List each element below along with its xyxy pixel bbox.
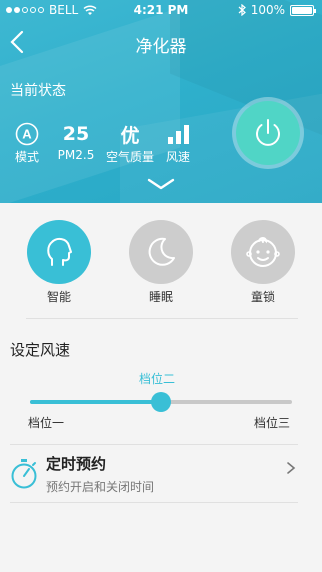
- chevron-right-icon: [287, 462, 296, 474]
- stat-label: 空气质量: [105, 150, 154, 164]
- stat-label: PM2.5: [57, 148, 95, 162]
- status-header: BELL 4:21 PM 100% 净化器 当前状态 A 模式 25 PM2.5…: [0, 0, 322, 203]
- status-right: 100%: [238, 3, 316, 17]
- power-button[interactable]: [236, 101, 300, 165]
- status-stats: A 模式 25 PM2.5 优 空气质量 风速: [10, 122, 200, 166]
- mode-label: 智能: [46, 290, 71, 304]
- mode-value: A: [22, 127, 32, 142]
- divider: [10, 444, 298, 445]
- mode-circle: [129, 220, 193, 284]
- stat-mode: A 模式: [10, 122, 44, 165]
- stat-pm25: 25 PM2.5: [54, 122, 98, 162]
- nav-bar: 净化器: [0, 20, 322, 64]
- wind-speed-title: 设定风速: [10, 341, 71, 359]
- stat-value: 25: [62, 123, 90, 145]
- page-title: 净化器: [135, 37, 187, 57]
- chevron-down-icon: [147, 178, 175, 190]
- mode-child-lock[interactable]: 童锁: [230, 220, 296, 305]
- slider-max-label: 档位三: [254, 416, 291, 430]
- timer-row[interactable]: 定时预约 预约开启和关闭时间: [0, 450, 322, 502]
- status-bar: BELL 4:21 PM 100%: [0, 0, 322, 20]
- baby-face-icon: [246, 237, 280, 267]
- wind-bar: [184, 125, 189, 144]
- mode-circle: [231, 220, 295, 284]
- battery-icon: [290, 4, 316, 16]
- slider-fill: [30, 400, 161, 404]
- bluetooth-icon: [238, 4, 246, 16]
- timer-subtitle: 预约开启和关闭时间: [46, 480, 155, 494]
- mode-circle: [27, 220, 91, 284]
- mode-label: 睡眠: [148, 290, 173, 304]
- stopwatch-icon: [11, 459, 37, 489]
- current-status-label: 当前状态: [10, 83, 66, 99]
- slider-current-value: 档位二: [138, 372, 175, 386]
- wind-bar: [168, 137, 173, 144]
- slider-track[interactable]: [30, 392, 292, 412]
- stat-label: 风速: [165, 150, 190, 164]
- battery-percent: 100%: [250, 3, 285, 17]
- moon-icon: [148, 237, 175, 266]
- wind-bar: [176, 131, 181, 144]
- stat-label: 模式: [14, 150, 39, 164]
- divider: [10, 502, 298, 503]
- wind-bars-icon: [168, 125, 189, 144]
- head-profile-icon: [47, 237, 72, 266]
- mode-sleep[interactable]: 睡眠: [128, 220, 194, 305]
- stat-value: 优: [120, 124, 140, 147]
- mode-selector: 智能 睡眠 童锁: [0, 220, 322, 304]
- slider-min-label: 档位一: [28, 416, 65, 430]
- power-icon: [256, 119, 280, 146]
- stat-air-quality: 优 空气质量: [104, 122, 156, 165]
- stat-wind-speed: 风速: [164, 122, 192, 165]
- slider-thumb[interactable]: [151, 392, 171, 412]
- expand-button[interactable]: [146, 176, 176, 192]
- timer-title: 定时预约: [46, 455, 107, 473]
- wind-speed-slider[interactable]: 档位二 档位一 档位三: [0, 370, 322, 440]
- divider: [26, 318, 298, 319]
- mode-a-icon: A: [15, 122, 39, 146]
- mode-label: 童锁: [250, 290, 275, 304]
- mode-smart[interactable]: 智能: [26, 220, 92, 305]
